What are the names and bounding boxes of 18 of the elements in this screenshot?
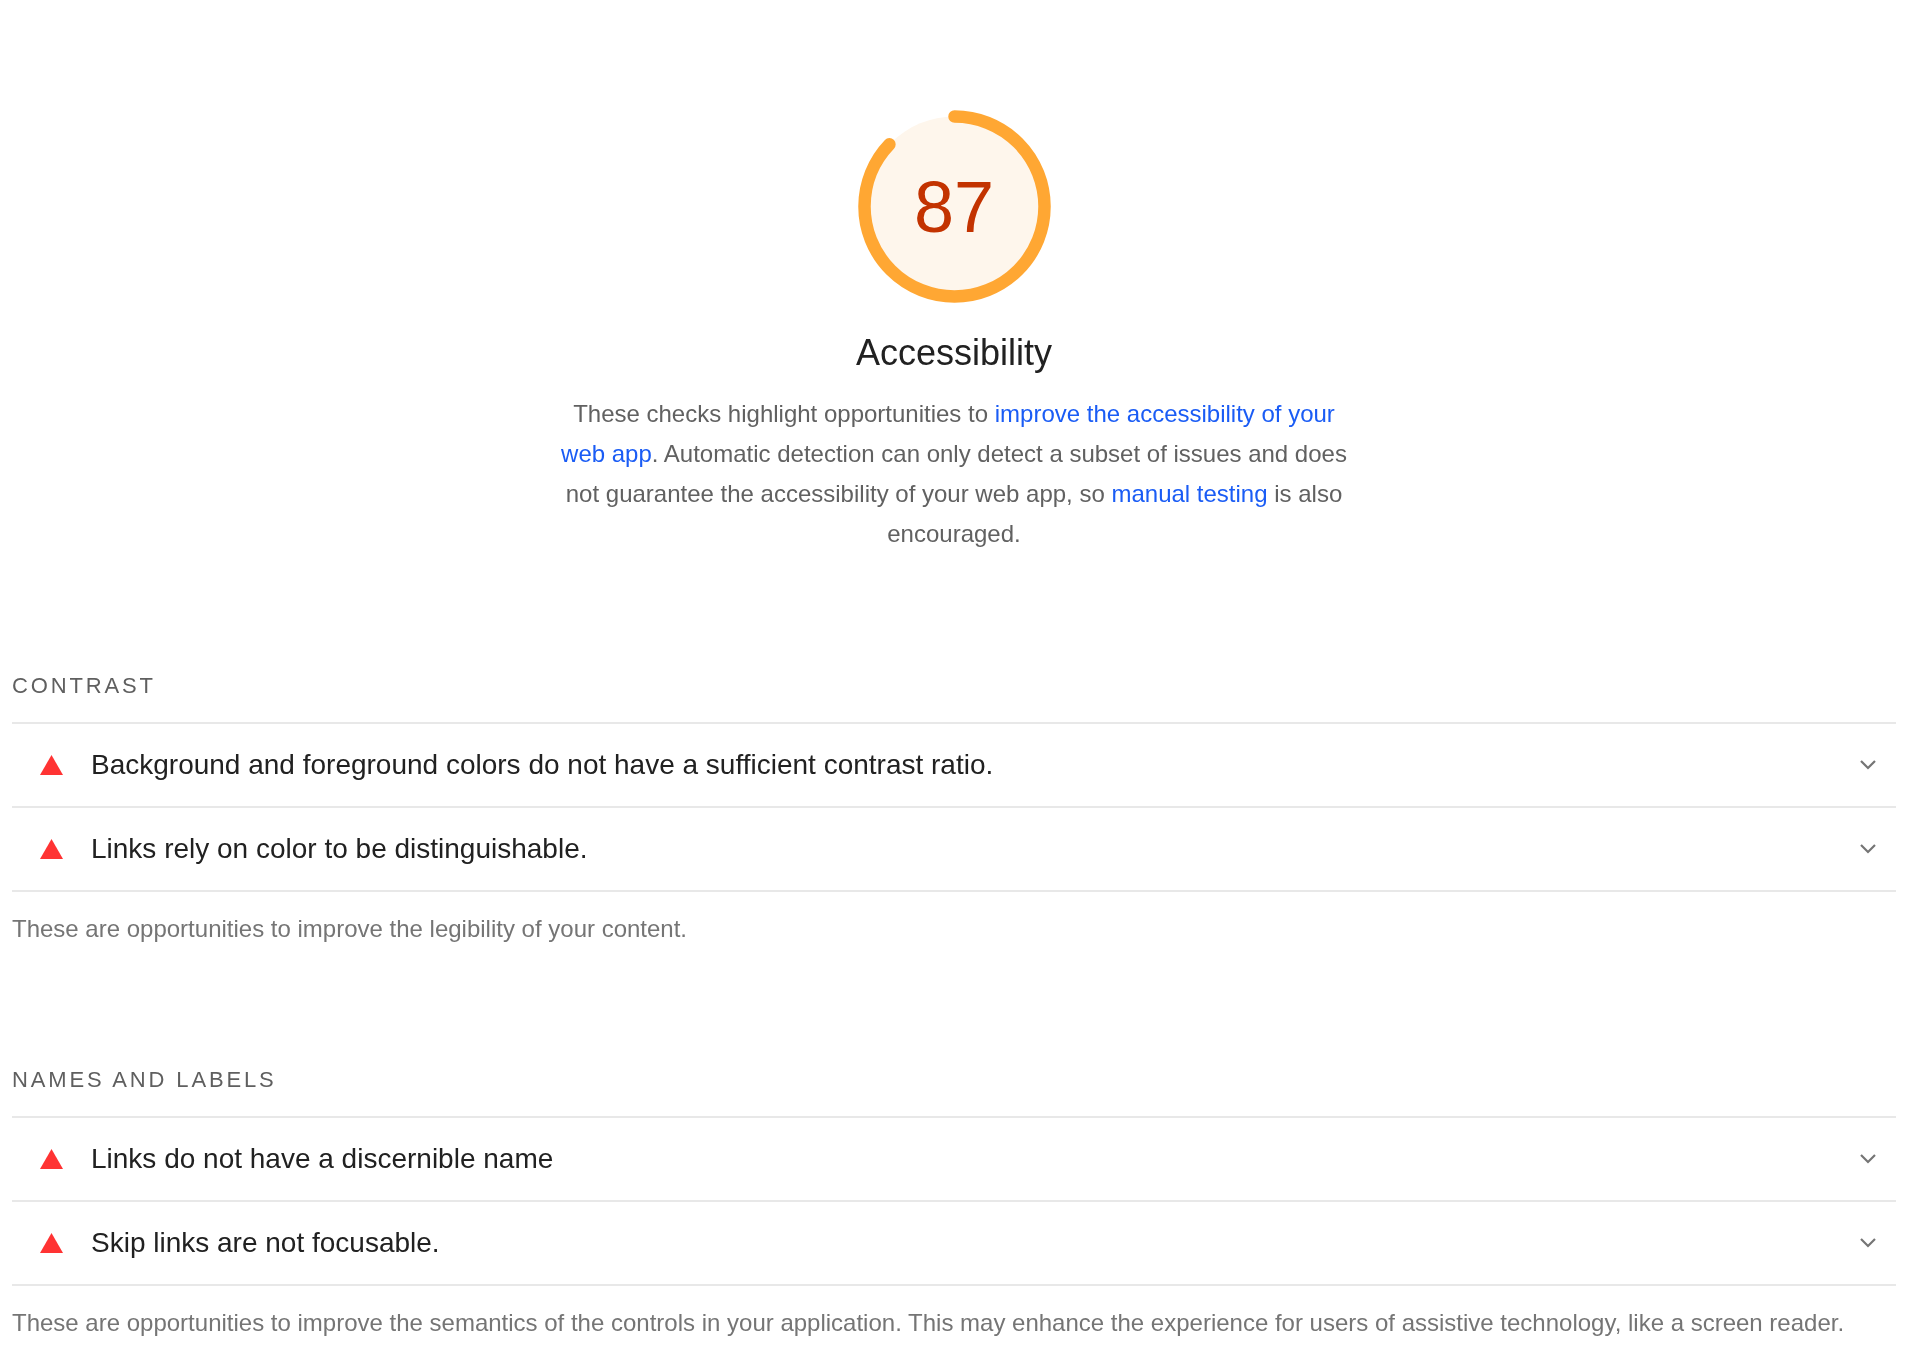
category-title: Accessibility xyxy=(855,331,1053,375)
audit-row[interactable]: Skip links are not focusable. xyxy=(12,1200,1896,1284)
group-description: These are opportunities to improve the legibility of your content. xyxy=(12,914,689,944)
audit-row[interactable]: Links do not have a discernible name xyxy=(12,1116,1896,1200)
audit-row[interactable]: Links rely on color to be distinguishable. xyxy=(12,806,1896,890)
score-value: 87 xyxy=(913,166,995,247)
audit-row[interactable]: Background and foreground colors do not have a sufficient contrast ratio. xyxy=(12,722,1896,806)
text-link[interactable]: manual testing xyxy=(1111,480,1268,507)
warning-triangle-icon xyxy=(40,1149,63,1169)
group-description: These are opportunities to improve the semantics of the controls in your application. This may enhance the experience for users of assistive technology, like a screen reader. xyxy=(12,1308,1846,1338)
warning-triangle-icon xyxy=(40,755,63,775)
group-heading: CONTRAST xyxy=(12,672,157,700)
group-heading: NAMES AND LABELS xyxy=(12,1066,278,1094)
warning-triangle-icon xyxy=(40,839,63,859)
text-link[interactable]: web app xyxy=(561,440,652,467)
warning-triangle-icon xyxy=(40,1233,63,1253)
category-description: These checks highlight opportunities to improve the accessibility of your web app. Automatic detection can only detect a subset of issues and does not guarantee the accessibility of your web app, so manual testing is also encouraged. xyxy=(560,399,1348,549)
text-link[interactable]: improve the accessibility of your xyxy=(994,400,1335,427)
